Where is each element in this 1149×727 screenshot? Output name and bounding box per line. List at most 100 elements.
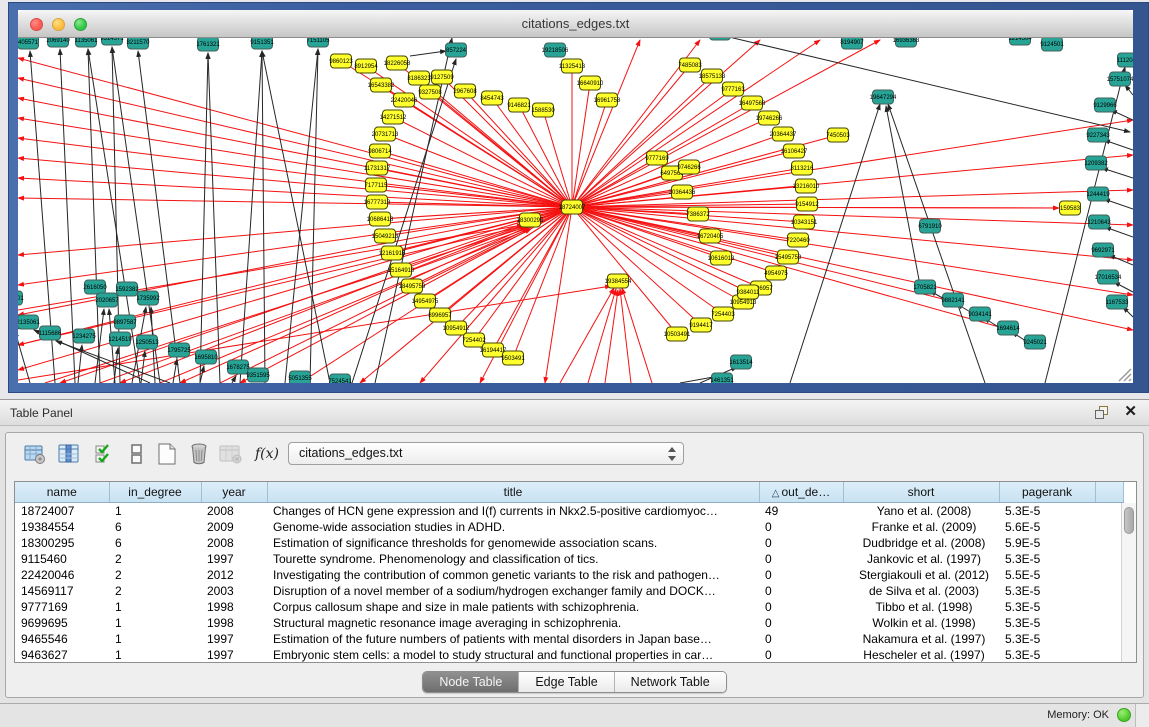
graph-node[interactable]: 2020657 [95, 293, 119, 307]
graph-edge[interactable] [572, 207, 1133, 330]
graph-node[interactable]: 1214504 [1008, 38, 1032, 45]
graph-node[interactable]: 10343151 [791, 215, 818, 229]
graph-node[interactable]: 19218506 [542, 43, 569, 57]
graph-node[interactable]: 18724007 [559, 200, 586, 214]
graph-edge[interactable] [18, 138, 572, 207]
graph-edge[interactable] [114, 348, 118, 383]
graph-node[interactable]: 9882141 [941, 293, 965, 307]
table-panel-header[interactable]: Table Panel ✕ [0, 400, 1149, 426]
graph-node[interactable]: 16936363 [893, 38, 920, 47]
graph-node[interactable]: 9327508 [418, 85, 442, 99]
graph-edge[interactable] [888, 104, 985, 383]
column-header-pagerank[interactable]: pagerank [999, 482, 1095, 502]
table-row[interactable]: 946362711997Embryonic stem cells: a mode… [15, 647, 1123, 663]
graph-node[interactable]: 1250513 [135, 335, 159, 349]
graph-node[interactable]: 19647294 [870, 90, 897, 104]
graph-node[interactable]: 6791910 [918, 219, 942, 233]
graph-node[interactable]: 7485083 [678, 58, 702, 72]
graph-node[interactable]: 10503491 [664, 327, 691, 341]
tab-node-table[interactable]: Node Table [423, 672, 518, 692]
graph-node[interactable]: 18300295 [517, 213, 544, 227]
graph-edge[interactable] [262, 51, 265, 383]
network-view-window[interactable]: citations_edges.txt 18724007183002951938… [8, 2, 1149, 393]
graph-edge[interactable] [622, 288, 652, 383]
graph-edge[interactable] [572, 207, 761, 288]
window-resize-grip[interactable] [1135, 704, 1149, 727]
graph-node[interactable]: 7450503 [826, 128, 850, 142]
column-header-out-degree[interactable]: △out_de… [759, 482, 843, 502]
table-row[interactable]: 1456911722003Disruption of a novel membe… [15, 583, 1123, 599]
table-row[interactable]: 911546021997Tourette syndrome. Phenomeno… [15, 551, 1123, 567]
graph-node[interactable]: 11325413 [559, 59, 586, 73]
import-table-icon[interactable] [218, 441, 244, 467]
table-row[interactable]: 1938455462009Genome-wide association stu… [15, 519, 1123, 535]
function-builder-icon[interactable]: f(x) [254, 441, 280, 467]
graph-node[interactable]: 8211570 [127, 38, 151, 49]
graph-edge[interactable] [262, 51, 330, 383]
graph-node[interactable]: 11731317 [364, 161, 391, 175]
graph-node[interactable]: 16777313 [364, 195, 391, 209]
graph-node[interactable]: 16720405 [697, 229, 724, 243]
graph-node[interactable]: 12161916 [379, 246, 406, 260]
graph-node[interactable]: 8113216 [791, 161, 815, 175]
graph-node[interactable]: 15049213 [372, 229, 399, 243]
graph-node[interactable]: 8454743 [480, 91, 504, 105]
graph-node[interactable]: 19384554 [605, 274, 632, 288]
graph-node[interactable]: 2610501 [18, 291, 24, 305]
graph-node[interactable]: 9897587 [113, 315, 137, 329]
graph-node[interactable]: 7177115 [365, 178, 389, 192]
table-row[interactable]: 1830029562008Estimation of significance … [15, 535, 1123, 551]
graph-node[interactable]: 2087611 [709, 38, 733, 40]
graph-node[interactable]: 2069140 [46, 38, 70, 47]
graph-node[interactable]: 9777163 [721, 82, 745, 96]
create-column-icon[interactable] [154, 441, 180, 467]
graph-node[interactable]: 1214519 [108, 332, 132, 346]
graph-node[interactable]: 405571 [18, 38, 39, 49]
graph-node[interactable]: 9146821 [507, 98, 531, 112]
graph-edge[interactable] [615, 38, 1130, 132]
graph-edge[interactable] [1102, 168, 1133, 178]
graph-node[interactable]: 1115686 [39, 326, 62, 340]
graph-node[interactable]: 22420046 [391, 93, 418, 107]
graph-edge[interactable] [410, 51, 446, 56]
graph-edge[interactable] [519, 105, 572, 207]
graph-node[interactable]: 16106427 [781, 144, 808, 158]
graph-node[interactable]: 1735992 [136, 291, 160, 305]
graph-node[interactable]: 19746266 [756, 111, 783, 125]
row-height-icon[interactable] [124, 441, 150, 467]
graph-edge[interactable] [572, 40, 880, 207]
graph-node[interactable]: 9151351 [250, 38, 274, 49]
graph-node[interactable]: 9860123 [329, 54, 353, 68]
table-row[interactable]: 969969511998Structural magnetic resonanc… [15, 615, 1123, 631]
graph-node[interactable]: 20364436 [669, 185, 696, 199]
graph-node[interactable]: 15495759 [775, 250, 802, 264]
graph-node[interactable]: 16543382 [368, 78, 395, 92]
graph-node[interactable]: 7254403 [711, 307, 735, 321]
graph-edge[interactable] [620, 289, 631, 383]
graph-node[interactable]: 16640910 [577, 76, 604, 90]
graph-edge[interactable] [886, 106, 920, 285]
column-header-year[interactable]: year [201, 482, 267, 502]
graph-node[interactable]: 9245021 [1023, 335, 1047, 349]
graph-node[interactable]: 9124501 [1040, 38, 1064, 51]
tab-edge-table[interactable]: Edge Table [518, 672, 613, 692]
graph-node[interactable]: 1209382 [1084, 156, 1108, 170]
graph-node[interactable]: 18226058 [384, 56, 411, 70]
graph-node[interactable]: 2616050 [83, 280, 107, 294]
graph-node[interactable]: 857224 [446, 43, 467, 57]
graph-node[interactable]: 7220460 [786, 233, 810, 247]
close-panel-icon[interactable]: ✕ [1124, 403, 1137, 421]
table-row[interactable]: 1872400712008Changes of HCN gene express… [15, 502, 1123, 519]
graph-node[interactable]: 9154912 [795, 197, 819, 211]
graph-node[interactable]: 16961758 [594, 93, 621, 107]
graph-node[interactable]: 9129966 [1093, 98, 1117, 112]
graph-edge[interactable] [18, 331, 30, 383]
graph-node[interactable]: 1461351 [710, 373, 734, 383]
graph-node[interactable]: 14271512 [380, 110, 407, 124]
graph-node[interactable]: 16497568 [739, 96, 766, 110]
graph-node[interactable]: 9194417 [689, 318, 713, 332]
graph-edge[interactable] [572, 207, 1133, 260]
resize-grip-icon[interactable] [1119, 369, 1131, 381]
column-header-in-degree[interactable]: in_degree [109, 482, 201, 502]
table-row[interactable]: 946554611997Estimation of the future num… [15, 631, 1123, 647]
